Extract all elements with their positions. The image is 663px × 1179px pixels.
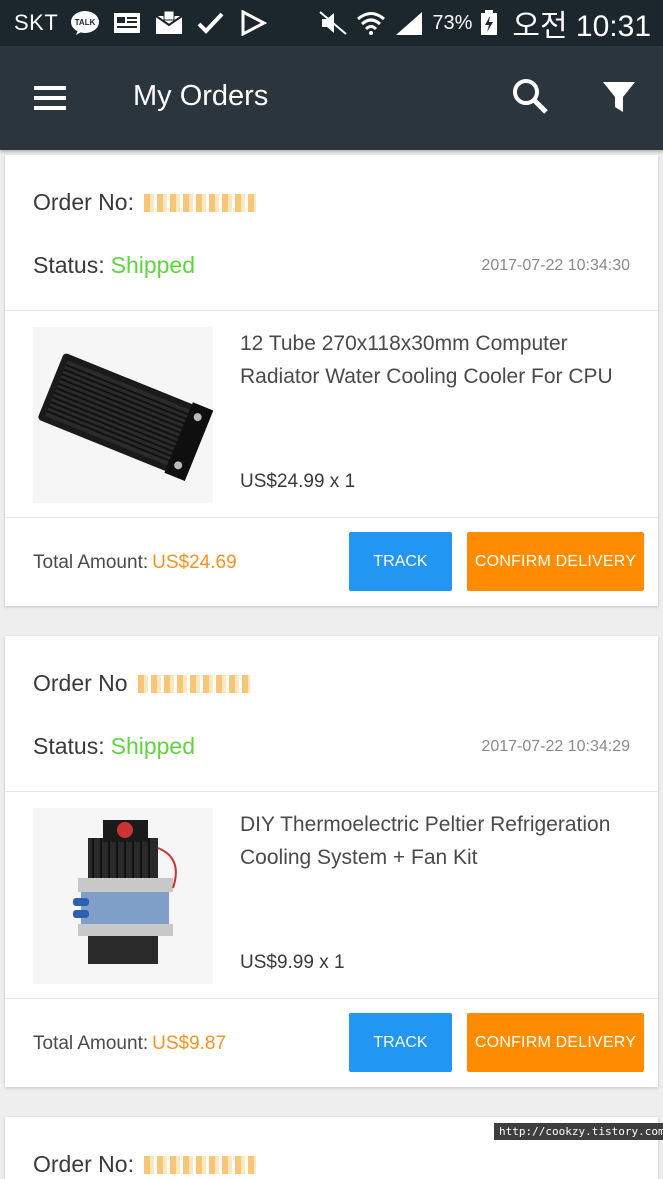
battery-percent: 73% xyxy=(432,11,473,34)
mute-icon xyxy=(319,11,348,35)
confirm-delivery-button[interactable]: CONFIRM DELIVERY xyxy=(467,532,644,591)
status-value: Shipped xyxy=(110,252,196,278)
product-price: US$9.99 x 1 xyxy=(240,952,345,973)
peltier-kit-image[interactable] xyxy=(33,808,213,984)
order-date: 2017-07-22 10:34:29 xyxy=(481,738,630,755)
page-title: My Orders xyxy=(133,80,269,112)
menu-icon[interactable] xyxy=(30,80,70,116)
order-number-redacted xyxy=(143,1155,256,1174)
order-number-redacted xyxy=(137,674,250,693)
task-check-icon xyxy=(197,12,224,34)
status-label: Status: xyxy=(33,252,105,278)
total-amount-value: US$24.69 xyxy=(152,552,237,573)
order-footer: Total Amount: US$24.69 TRACK CONFIRM DELI… xyxy=(5,518,658,606)
order-number-label: Order No: xyxy=(33,1151,134,1177)
watermark: http://cookzy.tistory.com xyxy=(494,1123,663,1140)
total-amount: Total Amount: US$24.69 xyxy=(33,552,237,574)
order-number-label: Order No xyxy=(33,670,128,696)
battery-charging-icon xyxy=(481,10,498,35)
product-price: US$24.99 x 1 xyxy=(240,471,356,492)
wifi-icon xyxy=(357,12,386,35)
status-label: Status: xyxy=(33,733,105,759)
order-item[interactable]: DIY Thermoelectric Peltier Refrigeration… xyxy=(5,792,658,999)
total-amount-label: Total Amount: xyxy=(33,1033,149,1054)
order-status: Status: Shipped xyxy=(33,733,195,760)
order-number: Order No xyxy=(33,670,250,697)
track-button[interactable]: TRACK xyxy=(349,532,452,591)
filter-icon[interactable] xyxy=(600,78,638,116)
news-icon xyxy=(114,13,141,33)
order-card: Order No Status: Shipped 2017-07-22 10:34… xyxy=(5,636,658,1087)
order-card: Order No: Status: Shipped 2017-07-22 10:3… xyxy=(5,155,658,606)
mail-icon xyxy=(155,10,183,34)
total-amount-value: US$9.87 xyxy=(152,1033,227,1054)
order-number-label: Order No: xyxy=(33,189,134,215)
status-bar: SKT TALK 73% 오전 10:31 xyxy=(0,0,663,46)
order-footer: Total Amount: US$9.87 TRACK CONFIRM DELIV… xyxy=(5,999,658,1087)
product-title[interactable]: 12 Tube 270x118x30mm Computer Radiator W… xyxy=(240,327,640,393)
order-date: 2017-07-22 10:34:30 xyxy=(481,257,630,274)
order-number: Order No: xyxy=(33,1151,256,1178)
talk-icon: TALK xyxy=(71,11,100,35)
signal-icon xyxy=(396,12,423,35)
order-status: Status: Shipped xyxy=(33,252,195,279)
clock: 오전 10:31 xyxy=(512,10,651,43)
total-amount-label: Total Amount: xyxy=(33,552,149,573)
carrier-label: SKT xyxy=(14,10,59,35)
status-value: Shipped xyxy=(110,733,196,759)
order-number: Order No: xyxy=(33,189,256,216)
radiator-image[interactable] xyxy=(33,327,213,503)
order-number-redacted xyxy=(143,193,256,212)
order-header: Order No: Status: Shipped 2017-07-22 10:3… xyxy=(5,155,658,311)
play-store-icon xyxy=(241,10,268,36)
order-header: Order No Status: Shipped 2017-07-22 10:34… xyxy=(5,636,658,792)
order-item[interactable]: 12 Tube 270x118x30mm Computer Radiator W… xyxy=(5,311,658,518)
confirm-delivery-button[interactable]: CONFIRM DELIVERY xyxy=(467,1013,644,1072)
svg-text:TALK: TALK xyxy=(75,18,96,27)
product-title[interactable]: DIY Thermoelectric Peltier Refrigeration… xyxy=(240,808,640,874)
app-bar: My Orders xyxy=(0,46,663,150)
search-icon[interactable] xyxy=(510,76,550,116)
total-amount: Total Amount: US$9.87 xyxy=(33,1033,226,1055)
track-button[interactable]: TRACK xyxy=(349,1013,452,1072)
